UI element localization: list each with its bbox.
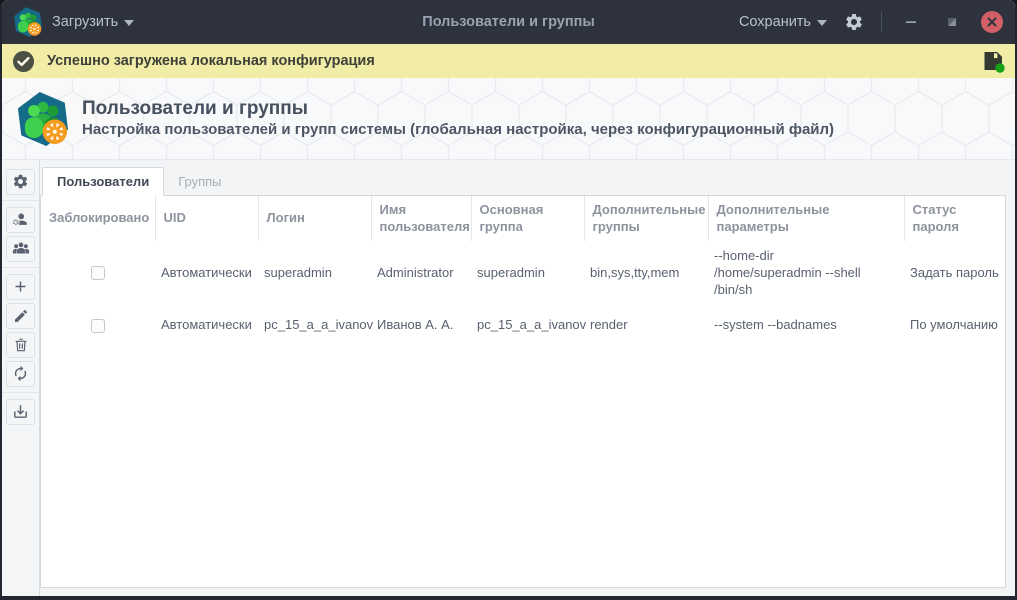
titlebar-divider (881, 12, 882, 32)
page-header: Пользователи и группы Настройка пользова… (2, 78, 1015, 160)
settings-menu-button[interactable] (844, 12, 864, 32)
settings-button[interactable] (6, 169, 35, 195)
titlebar: Загрузить Пользователи и группы Сохранит… (2, 0, 1015, 44)
cell-primary-group: pc_15_a_a_ivanov (471, 306, 584, 346)
users-icon (12, 240, 30, 258)
users-table-panel: Заблокировано UID Логин Имя пользователя… (40, 195, 1006, 588)
minimize-button[interactable] (899, 10, 923, 34)
tab-bar: Пользователи Группы (40, 167, 1006, 195)
toolbar-sidebar (2, 160, 40, 596)
page-subtitle: Настройка пользователей и групп системы … (82, 120, 834, 140)
column-header-primary-group[interactable]: Основная группа (471, 196, 584, 241)
add-button[interactable] (6, 274, 35, 300)
load-button[interactable]: Загрузить (52, 14, 134, 30)
cell-login: pc_15_a_a_ivanov (258, 306, 371, 346)
user-gear-icon (12, 211, 29, 228)
locked-checkbox[interactable] (91, 266, 105, 280)
content-area: Пользователи Группы Заблокировано UID (2, 160, 1015, 596)
cell-username: Administrator (371, 241, 471, 306)
cell-password-status: По умолчанию (904, 306, 1005, 346)
floppy-disk-green-dot-icon (981, 49, 1005, 73)
tab-groups[interactable]: Группы (164, 167, 235, 195)
column-header-locked[interactable]: Заблокировано (41, 196, 155, 241)
tab-users[interactable]: Пользователи (42, 167, 164, 196)
cell-locked (41, 241, 155, 306)
plus-icon (12, 278, 29, 295)
save-button[interactable]: Сохранить (739, 14, 827, 30)
app-window: Загрузить Пользователи и группы Сохранит… (0, 0, 1017, 600)
download-icon (12, 403, 29, 420)
cell-extra-groups: render (584, 306, 708, 346)
chevron-down-icon (817, 20, 827, 26)
column-header-extra-groups[interactable]: Дополнительные группы (584, 196, 708, 241)
restore-button[interactable] (940, 10, 964, 34)
pencil-icon (13, 308, 29, 324)
refresh-icon (12, 365, 29, 382)
edit-button[interactable] (6, 303, 35, 329)
load-button-label: Загрузить (52, 14, 118, 30)
page-title: Пользователи и группы (82, 97, 834, 121)
close-icon (986, 16, 998, 28)
chevron-down-icon (124, 20, 134, 26)
cell-primary-group: superadmin (471, 241, 584, 306)
main-panel: Пользователи Группы Заблокировано UID (40, 160, 1015, 596)
users-table-body: АвтоматическиsuperadminAdministratorsupe… (41, 241, 1005, 346)
users-table: Заблокировано UID Логин Имя пользователя… (41, 196, 1005, 346)
table-row[interactable]: Автоматическиpc_15_a_a_ivanovИванов А. А… (41, 306, 1005, 346)
table-row[interactable]: АвтоматическиsuperadminAdministratorsupe… (41, 241, 1005, 306)
cell-extra-params: --system --badnames (708, 306, 904, 346)
notification-bar: Успешно загружена локальная конфигурация (2, 44, 1015, 78)
groups-button[interactable] (6, 236, 35, 262)
restore-icon (945, 15, 959, 29)
column-header-username[interactable]: Имя пользователя (371, 196, 471, 241)
user-settings-button[interactable] (6, 207, 35, 233)
cell-extra-params: --home-dir /home/superadmin --shell /bin… (708, 241, 904, 306)
column-header-login[interactable]: Логин (258, 196, 371, 241)
cell-extra-groups: bin,sys,tty,mem (584, 241, 708, 306)
import-button[interactable] (6, 399, 35, 425)
refresh-button[interactable] (6, 361, 35, 387)
toolbar-separator (2, 267, 39, 268)
gear-icon (844, 12, 864, 32)
check-circle-icon (12, 50, 35, 73)
toolbar-separator (2, 392, 39, 393)
cell-username: Иванов А. А. (371, 306, 471, 346)
minimize-icon (903, 14, 919, 30)
tab-groups-label: Группы (178, 174, 221, 189)
cell-locked (41, 306, 155, 346)
cell-password-status: Задать пароль (904, 241, 1005, 306)
app-icon (12, 6, 44, 38)
save-button-label: Сохранить (739, 14, 811, 30)
column-header-password-status[interactable]: Статус пароля (904, 196, 1005, 241)
toolbar-separator (2, 200, 39, 201)
column-header-extra-params[interactable]: Дополнительные параметры (708, 196, 904, 241)
cell-uid: Автоматически (155, 241, 258, 306)
cell-login: superadmin (258, 241, 371, 306)
cell-uid: Автоматически (155, 306, 258, 346)
locked-checkbox[interactable] (91, 319, 105, 333)
delete-button[interactable] (6, 332, 35, 358)
users-groups-hexagon-icon (14, 90, 72, 148)
table-header-row: Заблокировано UID Логин Имя пользователя… (41, 196, 1005, 241)
close-button[interactable] (981, 11, 1003, 33)
tab-users-label: Пользователи (57, 174, 149, 189)
gear-icon (12, 173, 29, 190)
trash-icon (13, 337, 29, 353)
column-header-uid[interactable]: UID (155, 196, 258, 241)
notification-text: Успешно загружена локальная конфигурация (47, 53, 375, 69)
